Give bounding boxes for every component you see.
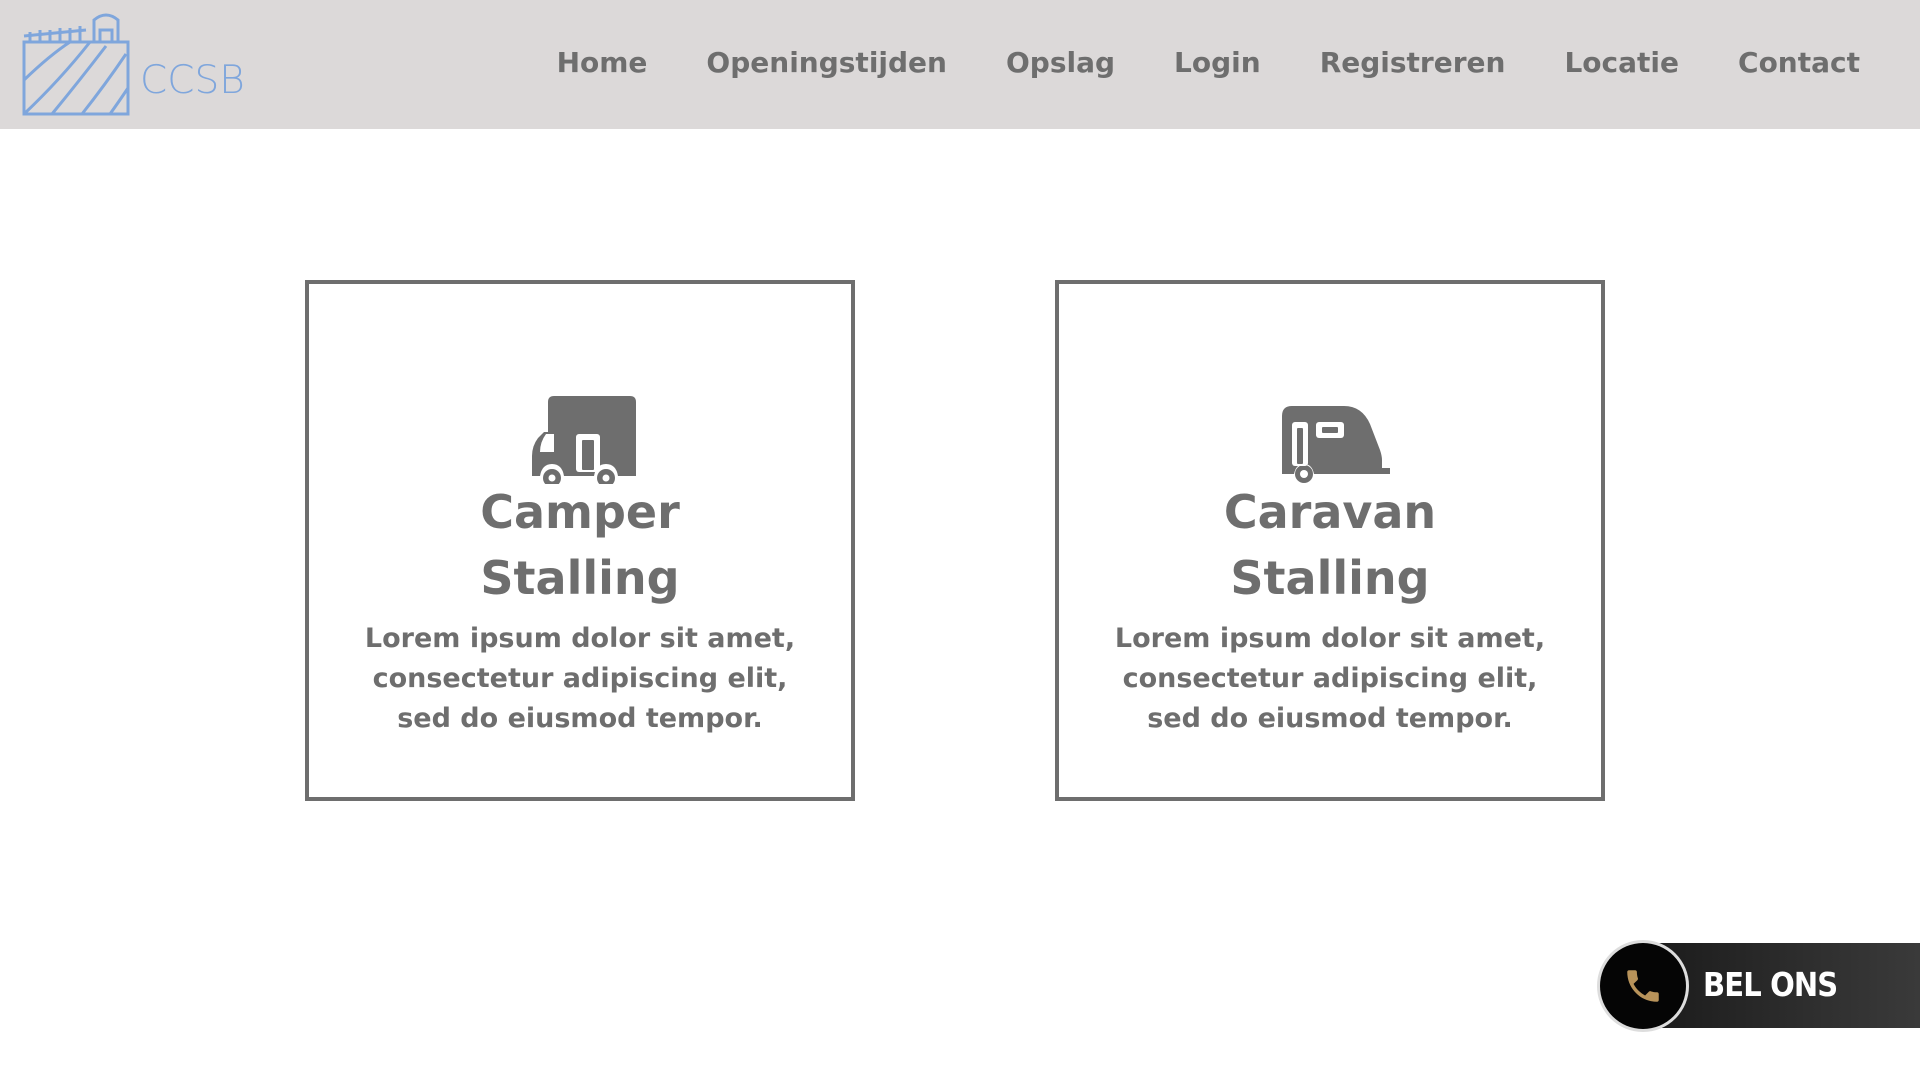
phone-icon (1627, 970, 1659, 1002)
site-logo[interactable]: CCSB (20, 10, 245, 120)
card-title: Camper Stalling (480, 485, 680, 605)
nav-item-openingstijden[interactable]: Openingstijden (706, 46, 947, 79)
main-nav: Home Openingstijden Opslag Login Registr… (557, 46, 1860, 79)
caravan-stalling-card[interactable]: Caravan Stalling Lorem ipsum dolor sit a… (1055, 280, 1605, 801)
caravan-trailer-icon (1282, 406, 1390, 483)
nav-item-locatie[interactable]: Locatie (1564, 46, 1679, 79)
call-us-button[interactable]: BEL ONS (1600, 943, 1920, 1029)
card-description: Lorem ipsum dolor sit amet, consectetur … (1114, 623, 1546, 734)
card-description: Lorem ipsum dolor sit amet, consectetur … (364, 623, 796, 734)
site-header: CCSB Home Openingstijden Opslag Login Re… (0, 0, 1920, 129)
brand-name: CCSB (140, 58, 245, 103)
farm-field-barn-logo-icon (22, 13, 130, 116)
camper-stalling-card[interactable]: Camper Stalling Lorem ipsum dolor sit am… (305, 280, 855, 801)
nav-item-contact[interactable]: Contact (1738, 46, 1860, 79)
camper-van-icon (532, 396, 636, 484)
nav-item-opslag[interactable]: Opslag (1006, 46, 1115, 79)
nav-item-home[interactable]: Home (557, 46, 648, 79)
nav-item-registreren[interactable]: Registreren (1320, 46, 1506, 79)
call-button-circle (1600, 943, 1686, 1029)
call-button-label: BEL ONS (1703, 965, 1838, 1004)
card-title: Caravan Stalling (1223, 485, 1437, 605)
nav-item-login[interactable]: Login (1174, 46, 1261, 79)
